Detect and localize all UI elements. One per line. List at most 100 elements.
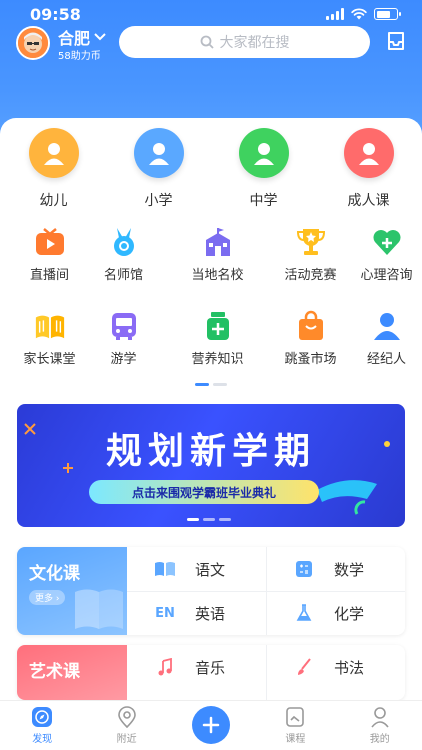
feature-label: 活动竞赛 (284, 268, 337, 283)
nav-add[interactable] (169, 701, 253, 750)
subject-chinese[interactable]: 语文 (127, 547, 266, 591)
nav-nearby[interactable]: 附近 (84, 701, 168, 750)
feature-label: 名师馆 (103, 268, 143, 283)
feature-school[interactable]: 当地名校 (182, 226, 253, 283)
city-selector[interactable]: 合肥 (58, 25, 106, 49)
divider (266, 547, 267, 635)
subject-math[interactable]: 数学 (266, 547, 405, 591)
user-icon (371, 707, 389, 728)
feature-nutrition[interactable]: 营养知识 (182, 310, 253, 367)
feature-label: 心理咨询 (360, 268, 413, 283)
subject-label: 化学 (334, 604, 365, 623)
subject-label: 音乐 (195, 658, 226, 677)
subject-label: 数学 (334, 560, 365, 579)
category-label: 幼儿 (39, 193, 68, 209)
feature-label: 家长课堂 (23, 352, 76, 367)
student-icon (238, 128, 289, 178)
person-icon (371, 310, 403, 342)
subject-chemistry[interactable]: 化学 (266, 591, 405, 635)
category-kindergarten[interactable]: 幼儿 (2, 128, 105, 210)
nav-discover[interactable]: 发现 (0, 701, 84, 750)
feature-label: 跳蚤市场 (284, 352, 337, 367)
nav-label: 发现 (32, 734, 53, 745)
open-book-icon (153, 561, 177, 577)
banner-pager-dots (187, 518, 231, 521)
category-middle[interactable]: 中学 (212, 128, 315, 210)
compass-icon (32, 707, 53, 727)
feature-label: 当地名校 (191, 268, 244, 283)
wifi-icon (351, 8, 367, 20)
nav-label: 课程 (285, 734, 306, 745)
feature-study-tour[interactable]: 游学 (88, 310, 159, 367)
nav-label: 附近 (116, 734, 137, 745)
category-adult[interactable]: 成人课 (317, 128, 420, 210)
course-book-icon (286, 707, 305, 727)
search-input[interactable]: 大家都在搜 (119, 26, 370, 58)
city-label: 合肥 (58, 29, 91, 48)
category-label: 小学 (144, 193, 173, 209)
heart-icon (371, 226, 403, 258)
search-placeholder: 大家都在搜 (219, 35, 290, 51)
trophy-icon (295, 226, 327, 258)
subject-label: 书法 (334, 658, 365, 677)
promo-banner[interactable]: 规划新学期 点击来围观学霸班毕业典礼 (17, 404, 405, 527)
calculator-icon (292, 561, 316, 577)
feature-row-1: 直播间 名师馆 当地名校 活动竞赛 心理咨询 (0, 226, 422, 283)
coins-label: 58助力币 (58, 51, 101, 62)
pupil-icon (133, 128, 184, 178)
feature-agent[interactable]: 经纪人 (351, 310, 422, 367)
subject-music[interactable]: 音乐 (127, 645, 266, 689)
nav-label: 我的 (369, 734, 390, 745)
subject-english[interactable]: EN 英语 (127, 591, 266, 635)
adult-icon (343, 128, 394, 178)
bottom-nav: 发现 附近 课程 我的 (0, 700, 422, 750)
culture-side[interactable]: 文化课 更多 › (17, 547, 127, 635)
feature-row-2: 家长课堂 游学 营养知识 跳蚤市场 经纪人 (0, 310, 422, 367)
more-label: 更多 (35, 594, 54, 604)
subject-calligraphy[interactable]: 书法 (266, 645, 405, 689)
book-icon (34, 310, 66, 342)
feature-label: 经纪人 (366, 352, 406, 367)
arts-course-panel: 艺术课 音乐 书法 (17, 645, 405, 700)
bus-icon (108, 310, 140, 342)
feature-flea-market[interactable]: 跳蚤市场 (275, 310, 346, 367)
feature-contest[interactable]: 活动竞赛 (275, 226, 346, 283)
feature-counseling[interactable]: 心理咨询 (351, 226, 422, 283)
tv-icon (34, 226, 66, 258)
banner-title: 规划新学期 (105, 430, 316, 472)
nav-mine[interactable]: 我的 (338, 701, 422, 750)
status-time: 09:58 (30, 5, 81, 24)
status-bar: 09:58 (0, 0, 422, 26)
plus-icon (191, 705, 230, 744)
flask-icon (292, 604, 316, 622)
avatar[interactable] (16, 26, 50, 60)
feature-teacher[interactable]: 名师馆 (88, 226, 159, 283)
feature-parent-class[interactable]: 家长课堂 (14, 310, 85, 367)
divider (266, 645, 267, 700)
brush-icon (292, 658, 316, 676)
inbox-icon[interactable] (386, 31, 406, 51)
en-icon: EN (153, 606, 177, 621)
feature-label: 游学 (110, 352, 137, 367)
feature-label: 营养知识 (191, 352, 244, 367)
battery-icon (374, 8, 401, 20)
music-note-icon (153, 658, 177, 676)
jar-icon (202, 310, 234, 342)
school-icon (202, 226, 234, 258)
location-pin-icon (117, 706, 136, 728)
culture-course-panel: 文化课 更多 › 语文 数学 EN 英语 化学 (17, 547, 405, 635)
arts-side[interactable]: 艺术课 (17, 645, 127, 700)
subject-label: 语文 (195, 560, 226, 579)
bag-icon (295, 310, 327, 342)
en-glyph: EN (155, 605, 175, 621)
more-button[interactable]: 更多 › (29, 590, 66, 605)
search-icon (200, 35, 214, 49)
medal-icon (108, 226, 140, 258)
status-icons (326, 8, 401, 20)
feature-live[interactable]: 直播间 (14, 226, 85, 283)
feature-pager-dots (195, 383, 227, 386)
feature-label: 直播间 (29, 268, 69, 283)
category-primary[interactable]: 小学 (107, 128, 210, 210)
banner-subtitle: 点击来围观学霸班毕业典礼 (89, 480, 319, 504)
nav-course[interactable]: 课程 (253, 701, 337, 750)
